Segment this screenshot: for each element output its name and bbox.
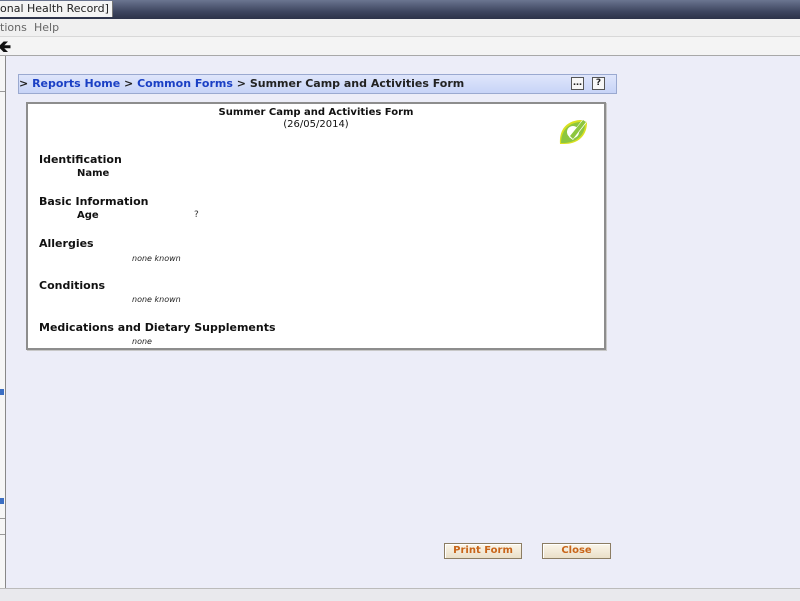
conditions-value: none known	[132, 295, 181, 304]
close-button[interactable]: Close	[542, 543, 611, 559]
title-bar: onal Health Record]	[0, 0, 800, 19]
breadcrumb-current: Summer Camp and Activities Form	[249, 77, 465, 90]
divider	[0, 518, 5, 519]
window-title: onal Health Record]	[0, 1, 113, 17]
form-date: (26/05/2014)	[283, 119, 349, 130]
section-heading-basic-information: Basic Information	[39, 195, 149, 208]
breadcrumb-separator: >	[19, 77, 29, 90]
section-heading-allergies: Allergies	[39, 237, 94, 250]
collapse-icon[interactable]: …	[571, 77, 584, 90]
form-title: Summer Camp and Activities Form	[218, 107, 414, 118]
menu-item-help[interactable]: Help	[34, 21, 59, 34]
splitter-marker[interactable]	[0, 498, 4, 504]
print-form-button[interactable]: Print Form	[444, 543, 522, 559]
main-content: > Reports Home > Common Forms > Summer C…	[6, 56, 800, 588]
age-value: ?	[194, 210, 199, 220]
splitter-marker[interactable]	[0, 389, 4, 395]
medications-value: none	[132, 337, 152, 346]
section-heading-identification: Identification	[39, 153, 122, 166]
breadcrumb-link-reports-home[interactable]: Reports Home	[32, 77, 120, 90]
status-bar	[0, 588, 800, 601]
name-label: Name	[77, 168, 110, 179]
menu-bar: tions Help	[0, 19, 800, 37]
section-heading-medications: Medications and Dietary Supplements	[39, 321, 276, 334]
breadcrumb-link-common-forms[interactable]: Common Forms	[137, 77, 233, 90]
toolbar: 🡸	[0, 37, 800, 56]
age-label: Age	[77, 210, 99, 221]
divider	[0, 534, 5, 535]
breadcrumb-separator: >	[236, 77, 246, 90]
breadcrumb: > Reports Home > Common Forms > Summer C…	[18, 74, 617, 94]
allergies-value: none known	[132, 254, 181, 263]
divider	[0, 91, 5, 92]
leaf-pencil-icon	[559, 119, 587, 144]
menu-item-options[interactable]: tions	[0, 21, 27, 34]
form-panel: Summer Camp and Activities Form (26/05/2…	[26, 102, 606, 350]
section-heading-conditions: Conditions	[39, 279, 106, 292]
breadcrumb-separator: >	[124, 77, 134, 90]
help-icon[interactable]: ?	[592, 77, 605, 90]
